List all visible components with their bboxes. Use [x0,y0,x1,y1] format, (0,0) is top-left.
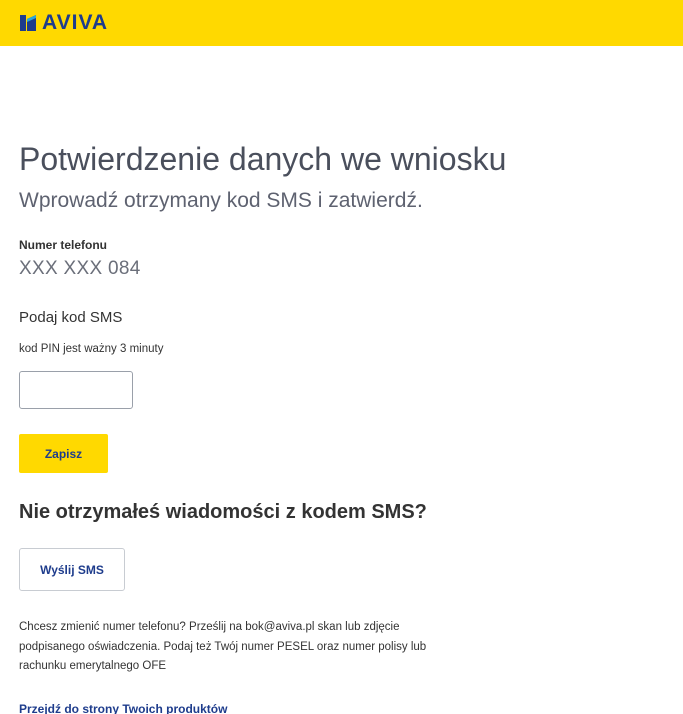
sms-code-hint: kod PIN jest ważny 3 minuty [19,343,164,355]
aviva-logo-mark-icon [20,15,36,31]
aviva-logo[interactable]: AVIVA [18,12,108,34]
phone-value: XXX XXX 084 [19,258,141,279]
change-phone-info: Chcesz zmienić numer telefonu? Prześlij … [19,621,427,672]
page-title: Potwierdzenie danych we wniosku [19,141,507,177]
save-button[interactable]: Zapisz [19,434,108,473]
resend-heading: Nie otrzymałeś wiadomości z kodem SMS? [19,501,427,523]
logo-text: AVIVA [42,11,109,34]
phone-label: Numer telefonu [19,238,108,252]
sms-code-label: Podaj kod SMS [19,309,123,326]
top-header: AVIVA [0,0,683,46]
products-page-link[interactable]: Przejdź do strony Twoich produktów [19,702,227,714]
sms-code-input[interactable] [19,371,133,409]
send-sms-button[interactable]: Wyślij SMS [19,548,125,591]
page-subtitle: Wprowadź otrzymany kod SMS i zatwierdź. [19,189,423,212]
